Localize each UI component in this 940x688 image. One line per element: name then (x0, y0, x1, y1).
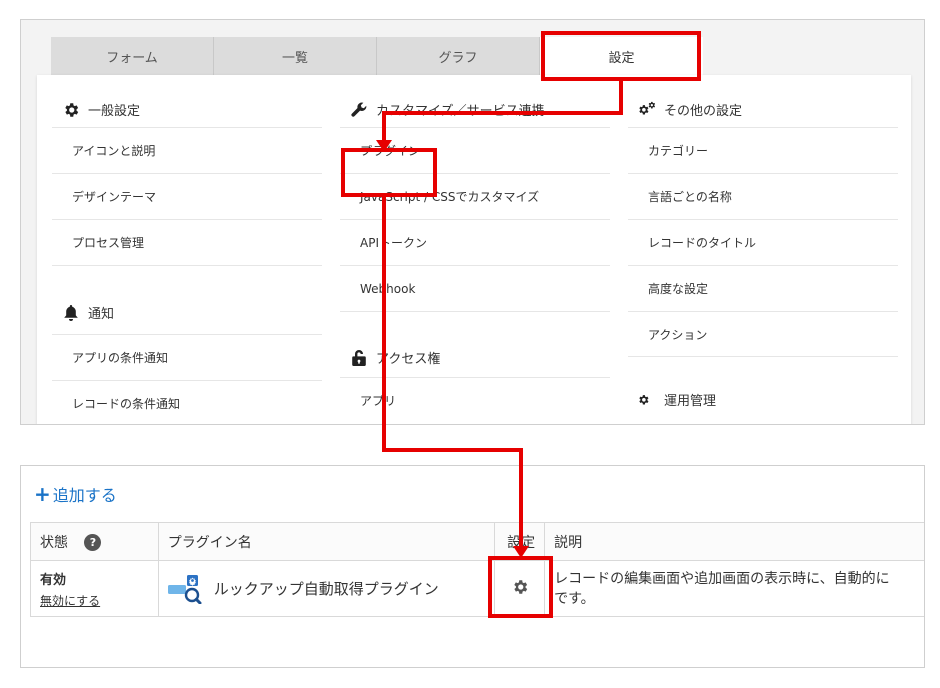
header-description: 説明 (544, 522, 924, 561)
gears-icon (638, 101, 656, 119)
menu-record-condition-notify[interactable]: レコードの条件通知 (52, 380, 322, 424)
wrench-icon (350, 101, 368, 119)
lock-icon (350, 349, 368, 367)
menu-advanced-settings[interactable]: 高度な設定 (628, 265, 898, 311)
menu-action[interactable]: アクション (628, 311, 898, 357)
plugin-description-line2: です。 (554, 590, 595, 607)
settings-column-general: 一般設定 アイコンと説明 デザインテーマ プロセス管理 通知 アプリの条件通知 … (52, 75, 322, 424)
table-header-row: 状態 ? プラグイン名 設定 説明 (30, 522, 924, 561)
section-access: アクセス権 (340, 311, 610, 377)
section-other: その他の設定 (628, 75, 898, 127)
plus-icon: + (34, 482, 51, 506)
add-plugin-label: 追加する (52, 486, 117, 505)
plugin-icon (167, 574, 202, 604)
gears-icon (638, 391, 656, 409)
section-notify-title: 通知 (88, 307, 115, 322)
tab-bar: フォーム 一覧 グラフ 設定 (51, 37, 703, 75)
menu-record-title[interactable]: レコードのタイトル (628, 219, 898, 265)
gear-icon (62, 101, 80, 119)
section-general: 一般設定 (52, 75, 322, 127)
table-row: 有効 無効にする ルックアップ自動取得プラグイン レコードの編集画面や追加画面の… (30, 560, 924, 617)
app-settings-panel: フォーム 一覧 グラフ 設定 一般設定 アイコンと説明 デザインテーマ プロセス… (20, 19, 925, 425)
header-settings: 設定 (494, 522, 546, 561)
plugin-status-cell: 有効 無効にする (30, 560, 159, 617)
section-other-title: その他の設定 (664, 104, 743, 119)
section-general-title: 一般設定 (88, 104, 141, 119)
tab-list[interactable]: 一覧 (214, 37, 377, 75)
menu-icon-description[interactable]: アイコンと説明 (52, 127, 322, 173)
plugin-description-cell: レコードの編集画面や追加画面の表示時に、自動的に です。 (544, 560, 924, 617)
menu-js-css-customize[interactable]: JavaScript / CSSでカスタマイズ (340, 173, 610, 219)
menu-design-theme[interactable]: デザインテーマ (52, 173, 322, 219)
help-icon[interactable]: ? (84, 534, 102, 551)
settings-card: 一般設定 アイコンと説明 デザインテーマ プロセス管理 通知 アプリの条件通知 … (37, 75, 911, 424)
plugin-description-line1: レコードの編集画面や追加画面の表示時に、自動的に (554, 570, 890, 587)
plugin-settings-gear-icon[interactable] (511, 579, 529, 600)
plugin-settings-cell (494, 560, 546, 617)
menu-access-app[interactable]: アプリ (340, 377, 610, 423)
tab-form[interactable]: フォーム (51, 37, 214, 75)
menu-plugin[interactable]: プラグイン (340, 127, 610, 173)
tab-settings[interactable]: 設定 (540, 37, 703, 75)
menu-app-condition-notify[interactable]: アプリの条件通知 (52, 334, 322, 380)
section-notify: 通知 (52, 265, 322, 334)
section-customize-title: カスタマイズ／サービス連携 (376, 104, 545, 119)
section-customize: カスタマイズ／サービス連携 (340, 75, 610, 127)
plugin-list-panel: + 追加する 状態 ? プラグイン名 設定 説明 有効 無効にする ルックアップ… (20, 465, 925, 668)
disable-link[interactable]: 無効にする (40, 594, 100, 608)
section-operations-title: 運用管理 (664, 394, 717, 409)
bell-icon (62, 304, 80, 322)
menu-webhook[interactable]: Webhook (340, 265, 610, 311)
header-status: 状態 ? (30, 522, 159, 561)
settings-column-customize: カスタマイズ／サービス連携 プラグイン JavaScript / CSSでカスタ… (340, 75, 610, 423)
status-enabled: 有効 (40, 572, 67, 588)
menu-process-management[interactable]: プロセス管理 (52, 219, 322, 265)
section-access-title: アクセス権 (376, 352, 441, 367)
menu-category[interactable]: カテゴリー (628, 127, 898, 173)
settings-column-other: その他の設定 カテゴリー 言語ごとの名称 レコードのタイトル 高度な設定 アクシ… (628, 75, 898, 409)
plugin-table: 状態 ? プラグイン名 設定 説明 有効 無効にする ルックアップ自動取得プラグ… (30, 522, 924, 617)
header-plugin-name: プラグイン名 (157, 522, 496, 561)
tab-graph[interactable]: グラフ (377, 37, 540, 75)
add-plugin-link[interactable]: + 追加する (34, 482, 117, 506)
plugin-name: ルックアップ自動取得プラグイン (213, 580, 439, 598)
plugin-name-cell: ルックアップ自動取得プラグイン (157, 560, 496, 617)
header-status-label: 状態 (40, 534, 68, 551)
menu-language-names[interactable]: 言語ごとの名称 (628, 173, 898, 219)
menu-api-token[interactable]: APIトークン (340, 219, 610, 265)
section-operations: 運用管理 (628, 357, 898, 409)
